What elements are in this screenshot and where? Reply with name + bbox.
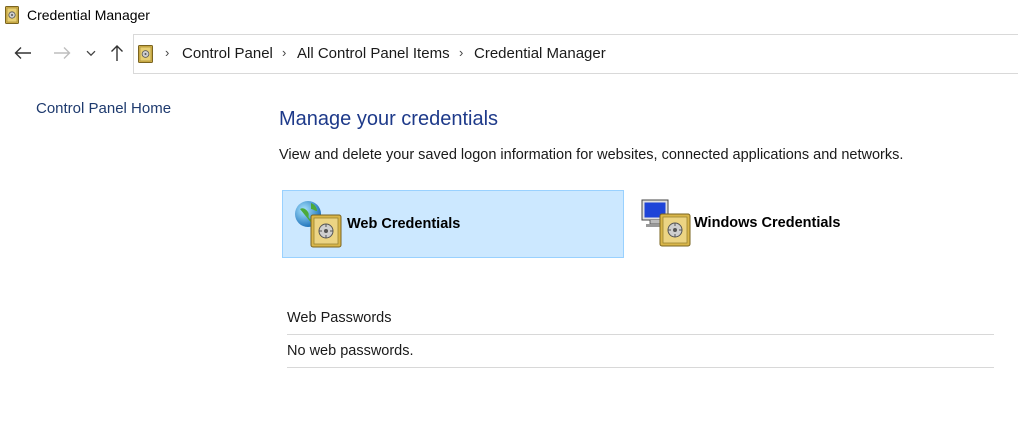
breadcrumb-separator-icon[interactable]: › — [459, 45, 463, 60]
empty-state-message: No web passwords. — [287, 343, 414, 359]
web-credentials-tile[interactable]: Web Credentials — [282, 190, 624, 258]
breadcrumb-credential-manager[interactable]: Credential Manager — [474, 45, 606, 62]
monitor-vault-icon — [640, 198, 694, 253]
credential-vault-icon — [5, 6, 19, 24]
credential-vault-icon — [138, 45, 153, 63]
chevron-down-icon — [86, 50, 96, 57]
forward-button[interactable] — [51, 42, 73, 64]
up-button[interactable] — [106, 42, 128, 64]
arrow-up-icon — [110, 44, 124, 62]
back-button[interactable] — [12, 42, 34, 64]
windows-credentials-tile[interactable]: Windows Credentials — [632, 190, 932, 258]
title-bar: Credential Manager — [0, 0, 1018, 32]
breadcrumb-control-panel[interactable]: Control Panel — [182, 45, 273, 62]
recent-locations-button[interactable] — [82, 42, 100, 64]
divider — [287, 367, 994, 368]
divider — [287, 334, 994, 335]
web-passwords-header: Web Passwords — [287, 310, 392, 326]
breadcrumb-all-control-panel-items[interactable]: All Control Panel Items — [297, 45, 450, 62]
page-description: View and delete your saved logon informa… — [279, 147, 904, 163]
navigation-bar: › Control Panel › All Control Panel Item… — [0, 34, 1018, 74]
control-panel-home-link[interactable]: Control Panel Home — [36, 100, 171, 117]
windows-credentials-label: Windows Credentials — [694, 215, 841, 231]
page-title: Manage your credentials — [279, 108, 499, 130]
arrow-left-icon — [14, 46, 32, 60]
breadcrumb-separator-icon[interactable]: › — [165, 45, 169, 60]
address-bar[interactable]: › Control Panel › All Control Panel Item… — [133, 34, 1018, 74]
breadcrumb-separator-icon[interactable]: › — [282, 45, 286, 60]
arrow-right-icon — [53, 46, 71, 60]
window-title: Credential Manager — [27, 7, 150, 23]
web-credentials-label: Web Credentials — [347, 216, 461, 232]
globe-vault-icon — [293, 199, 345, 254]
